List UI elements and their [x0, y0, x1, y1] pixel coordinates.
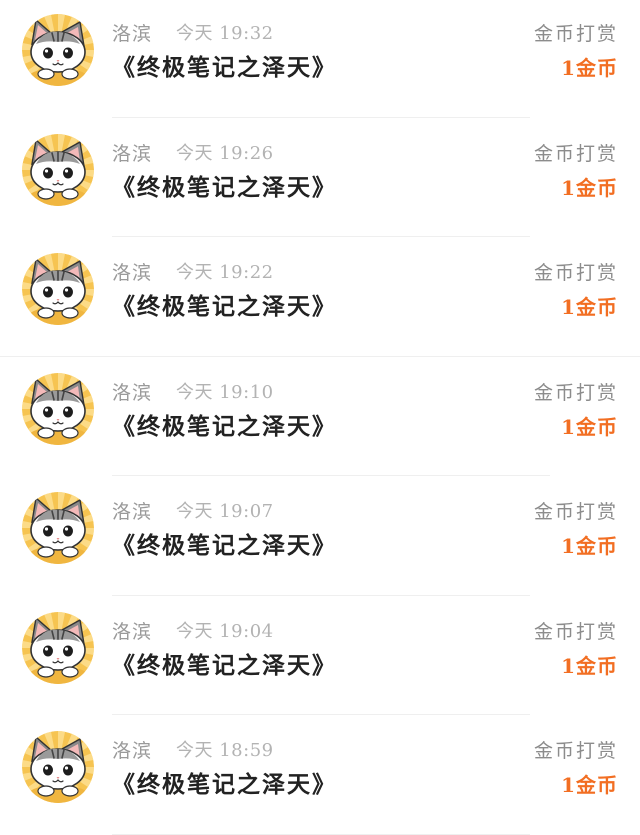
- reward-list: 洛滨 今天 19:32 《终极笔记之泽天》 金币打赏 1金币 洛滨 今天 19:…: [0, 0, 640, 835]
- reward-amount: 1金币: [561, 175, 618, 200]
- reward-row[interactable]: 洛滨 今天 19:22 《终极笔记之泽天》 金币打赏 1金币: [0, 237, 640, 357]
- reward-type: 金币打赏: [533, 501, 618, 523]
- user-name[interactable]: 洛滨: [112, 381, 152, 405]
- reward-amount: 1金币: [561, 534, 618, 558]
- book-title[interactable]: 《终极笔记之泽天》: [112, 53, 337, 83]
- reward-row[interactable]: 洛滨 今天 18:59 《终极笔记之泽天》 金币打赏 1金币: [0, 715, 640, 835]
- cat-avatar-icon[interactable]: [22, 372, 94, 445]
- user-name[interactable]: 洛滨: [112, 739, 152, 763]
- reward-time: 今天 18:59: [176, 740, 274, 761]
- cat-avatar-icon[interactable]: [22, 492, 94, 564]
- reward-type: 金币打赏: [533, 23, 618, 45]
- reward-row[interactable]: 洛滨 今天 19:26 《终极笔记之泽天》 金币打赏 1金币: [0, 118, 640, 237]
- reward-time: 今天 19:22: [176, 262, 274, 283]
- book-title[interactable]: 《终极笔记之泽天》: [112, 173, 337, 203]
- book-title[interactable]: 《终极笔记之泽天》: [112, 770, 337, 800]
- reward-time: 今天 19:32: [176, 23, 274, 44]
- user-name[interactable]: 洛滨: [112, 500, 152, 524]
- cat-avatar-icon[interactable]: [22, 253, 94, 325]
- reward-type: 金币打赏: [533, 740, 618, 762]
- user-name[interactable]: 洛滨: [112, 620, 152, 644]
- reward-time: 今天 19:26: [176, 142, 274, 164]
- divider: [112, 833, 530, 835]
- book-title[interactable]: 《终极笔记之泽天》: [112, 531, 337, 561]
- reward-amount: 1金币: [561, 295, 618, 319]
- reward-row[interactable]: 洛滨 今天 19:04 《终极笔记之泽天》 金币打赏 1金币: [0, 596, 640, 715]
- reward-time: 今天 19:07: [176, 501, 274, 522]
- user-name[interactable]: 洛滨: [112, 261, 152, 285]
- reward-time: 今天 19:04: [176, 620, 274, 642]
- reward-row[interactable]: 洛滨 今天 19:10 《终极笔记之泽天》 金币打赏 1金币: [0, 357, 640, 476]
- reward-type: 金币打赏: [533, 381, 618, 404]
- cat-avatar-icon[interactable]: [22, 611, 94, 684]
- reward-row[interactable]: 洛滨 今天 19:07 《终极笔记之泽天》 金币打赏 1金币: [0, 476, 640, 596]
- reward-type: 金币打赏: [533, 620, 618, 643]
- user-name[interactable]: 洛滨: [112, 142, 152, 166]
- reward-type: 金币打赏: [533, 142, 618, 165]
- book-title[interactable]: 《终极笔记之泽天》: [112, 412, 337, 442]
- cat-avatar-icon[interactable]: [22, 133, 94, 206]
- reward-row[interactable]: 洛滨 今天 19:32 《终极笔记之泽天》 金币打赏 1金币: [0, 0, 640, 118]
- reward-time: 今天 19:10: [176, 381, 274, 403]
- reward-type: 金币打赏: [533, 262, 618, 284]
- reward-amount: 1金币: [561, 414, 618, 439]
- cat-avatar-icon[interactable]: [22, 14, 94, 86]
- user-name[interactable]: 洛滨: [112, 22, 152, 46]
- reward-amount: 1金币: [561, 653, 618, 678]
- reward-amount: 1金币: [561, 56, 618, 80]
- reward-amount: 1金币: [561, 773, 618, 797]
- book-title[interactable]: 《终极笔记之泽天》: [112, 292, 337, 322]
- book-title[interactable]: 《终极笔记之泽天》: [112, 651, 337, 681]
- cat-avatar-icon[interactable]: [22, 731, 94, 803]
